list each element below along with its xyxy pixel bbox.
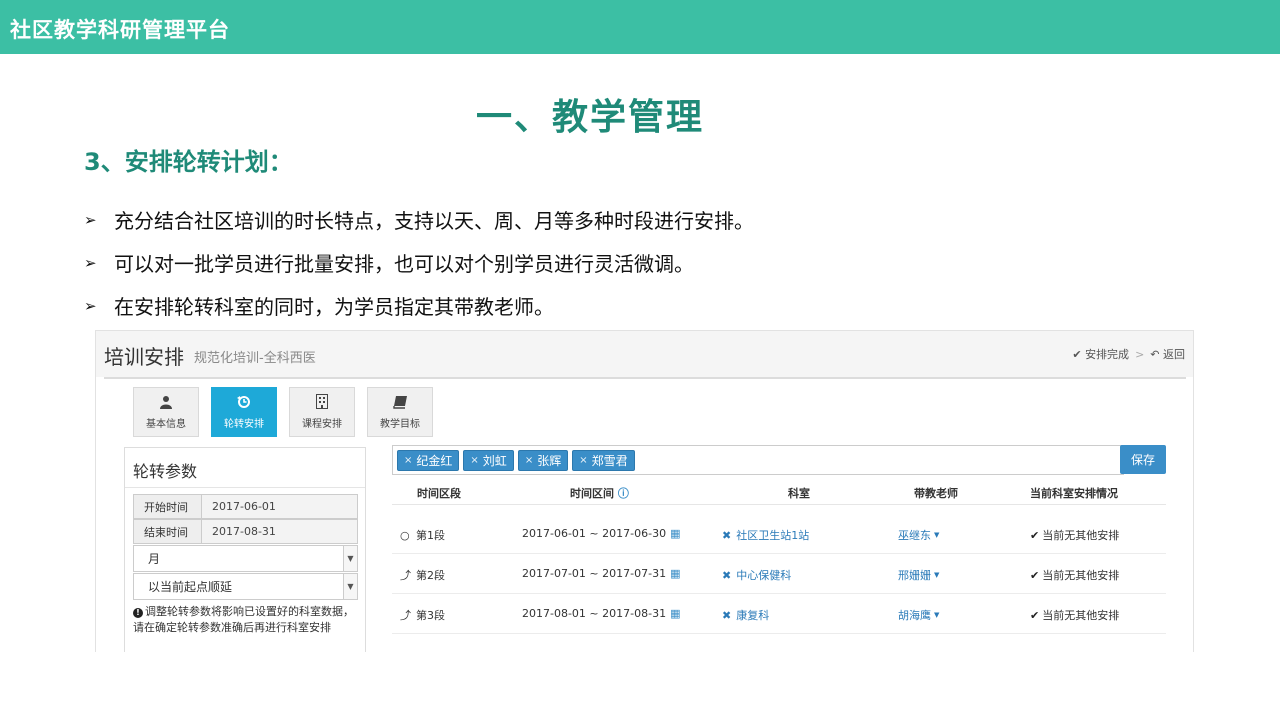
calendar-icon[interactable]: ▦ [670, 527, 680, 540]
slide-title: 一、教学管理 [475, 97, 704, 138]
header-range: 时间区间 ⓘ [570, 487, 629, 500]
building-icon [316, 394, 328, 413]
tab-teaching-goals[interactable]: 教学目标 [367, 387, 433, 437]
remove-icon[interactable]: ✖ [722, 569, 731, 582]
end-date-value[interactable]: 2017-08-31 [202, 520, 357, 543]
check-icon: ✔ [1030, 608, 1040, 622]
table-header: 时间区段 时间区间 ⓘ 科室 带教老师 当前科室安排情况 [392, 481, 1166, 505]
user-icon [159, 395, 173, 413]
check-icon: ✔ [1030, 528, 1040, 542]
remove-icon[interactable]: × [525, 455, 533, 466]
header-segment: 时间区段 [417, 487, 461, 500]
bullet-text: 在安排轮转科室的同时，为学员指定其带教老师。 [114, 295, 554, 319]
divider [125, 487, 365, 488]
app-title: 培训安排 [104, 345, 184, 369]
complete-button[interactable]: ✔ 安排完成 [1072, 346, 1129, 362]
top-banner: 社区教学科研管理平台 [0, 0, 1280, 54]
table-row: ⤴ 第3段 2017-08-01 ~ 2017-08-31 ▦ ✖ 康复科 胡海鹰 ▼ … [392, 594, 1166, 634]
status-cell: ✔ 当前无其他安排 [1030, 568, 1120, 583]
table-row: ○ 第1段 2017-06-01 ~ 2017-06-30 ▦ ✖ 社区卫生站1站 巫… [392, 514, 1166, 554]
app-screenshot: 培训安排 规范化培训-全科西医 ✔ 安排完成 > ↶ 返回 基本信息 轮转安排 … [95, 330, 1194, 652]
info-circle-icon: ⓘ [617, 487, 629, 500]
caret-down-icon: ▼ [934, 571, 940, 579]
warning-note: ! 调整轮转参数将影响已设置好的科室数据，请在确定轮转参数准确后再进行科室安排 [133, 605, 354, 634]
end-date-field[interactable]: 结束时间 2017-08-31 [133, 519, 358, 544]
app-header: 培训安排 规范化培训-全科西医 ✔ 安排完成 > ↶ 返回 [96, 331, 1193, 377]
bullet-text: 充分结合社区培训的时长特点，支持以天、周、月等多种时段进行安排。 [114, 209, 754, 233]
remove-icon[interactable]: ✖ [722, 609, 731, 622]
tab-courses[interactable]: 课程安排 [289, 387, 355, 437]
tab-basic-info[interactable]: 基本信息 [133, 387, 199, 437]
teacher-dropdown[interactable]: 邢姗姗 ▼ [898, 567, 939, 583]
bullet-text: 可以对一批学员进行批量安排，也可以对个别学员进行灵活微调。 [114, 252, 694, 276]
chevron-down-icon: ▼ [343, 574, 357, 599]
calendar-icon[interactable]: ▦ [670, 567, 680, 580]
level-up-icon: ⤴ [400, 569, 411, 582]
check-icon: ✔ [1030, 568, 1040, 582]
back-button[interactable]: ↶ 返回 [1150, 346, 1185, 362]
dept-cell[interactable]: ✖ 康复科 [722, 607, 769, 623]
student-tag-input[interactable]: × 纪金红 × 刘虹 × 张辉 × 郑雪君 [392, 445, 1124, 475]
remove-icon[interactable]: × [579, 455, 587, 466]
bullet-item: ➢ 在安排轮转科室的同时，为学员指定其带教老师。 [84, 284, 754, 327]
bullet-list: ➢ 充分结合社区培训的时长特点，支持以天、周、月等多种时段进行安排。 ➢ 可以对… [84, 198, 754, 327]
app-body: 基本信息 轮转安排 课程安排 教学目标 轮转参数 开始时间 2017-06-01… [104, 377, 1186, 652]
book-icon [392, 395, 408, 413]
bullet-item: ➢ 充分结合社区培训的时长特点，支持以天、周、月等多种时段进行安排。 [84, 198, 754, 241]
table-row: ⤴ 第2段 2017-07-01 ~ 2017-07-31 ▦ ✖ 中心保健科 邢姗姗… [392, 554, 1166, 594]
student-tag[interactable]: × 刘虹 [463, 449, 514, 471]
student-tag[interactable]: × 郑雪君 [572, 449, 635, 471]
tab-rotation[interactable]: 轮转安排 [211, 387, 277, 437]
header-teacher: 带教老师 [914, 487, 958, 500]
range-cell[interactable]: 2017-07-01 ~ 2017-07-31 ▦ [522, 567, 680, 580]
end-date-label: 结束时间 [134, 520, 202, 543]
arrow-bullet-icon: ➢ [84, 210, 97, 229]
start-date-value[interactable]: 2017-06-01 [202, 495, 357, 518]
mode-select[interactable]: 以当前起点顺延 ▼ [133, 573, 358, 600]
header-dept: 科室 [788, 487, 810, 500]
exclamation-icon: ! [133, 608, 143, 618]
segment-cell: ○ 第1段 [400, 528, 445, 543]
app-subtitle: 规范化培训-全科西医 [194, 351, 316, 366]
start-date-label: 开始时间 [134, 495, 202, 518]
rotate-icon [237, 395, 251, 413]
section-title: 3、安排轮转计划： [84, 148, 293, 176]
platform-title: 社区教学科研管理平台 [10, 18, 230, 42]
student-tag[interactable]: × 张辉 [517, 449, 569, 471]
segment-cell: ⤴ 第2段 [400, 569, 445, 582]
step-tabs: 基本信息 轮转安排 课程安排 教学目标 [133, 387, 433, 437]
header-actions: ✔ 安排完成 > ↶ 返回 [1072, 346, 1185, 362]
remove-icon[interactable]: × [404, 455, 412, 466]
remove-icon[interactable]: × [470, 455, 478, 466]
chevron-down-icon: ▼ [343, 546, 357, 571]
panel-title: 轮转参数 [133, 462, 198, 481]
separator: > [1135, 347, 1145, 361]
dept-cell[interactable]: ✖ 社区卫生站1站 [722, 527, 809, 543]
range-cell[interactable]: 2017-06-01 ~ 2017-06-30 ▦ [522, 527, 680, 540]
save-button[interactable]: 保存 [1120, 445, 1166, 474]
range-cell[interactable]: 2017-08-01 ~ 2017-08-31 ▦ [522, 607, 680, 620]
caret-down-icon: ▼ [934, 531, 940, 539]
teacher-dropdown[interactable]: 巫继东 ▼ [898, 527, 939, 543]
check-icon: ✔ [1072, 348, 1082, 361]
header-status: 当前科室安排情况 [1030, 487, 1118, 500]
teacher-dropdown[interactable]: 胡海鹰 ▼ [898, 607, 939, 623]
dept-cell[interactable]: ✖ 中心保健科 [722, 567, 791, 583]
status-cell: ✔ 当前无其他安排 [1030, 528, 1120, 543]
circle-icon: ○ [400, 528, 410, 542]
level-up-icon: ⤴ [400, 609, 411, 622]
period-select[interactable]: 月 ▼ [133, 545, 358, 572]
arrow-bullet-icon: ➢ [84, 296, 97, 315]
segment-cell: ⤴ 第3段 [400, 609, 445, 622]
start-date-field[interactable]: 开始时间 2017-06-01 [133, 494, 358, 519]
status-cell: ✔ 当前无其他安排 [1030, 608, 1120, 623]
remove-icon[interactable]: ✖ [722, 529, 731, 542]
arrow-bullet-icon: ➢ [84, 253, 97, 272]
calendar-icon[interactable]: ▦ [670, 607, 680, 620]
caret-down-icon: ▼ [934, 611, 940, 619]
bullet-item: ➢ 可以对一批学员进行批量安排，也可以对个别学员进行灵活微调。 [84, 241, 754, 284]
student-tag[interactable]: × 纪金红 [397, 449, 460, 471]
reply-arrow-icon: ↶ [1150, 348, 1160, 361]
rotation-params-panel: 轮转参数 开始时间 2017-06-01 结束时间 2017-08-31 月 ▼… [124, 447, 366, 652]
